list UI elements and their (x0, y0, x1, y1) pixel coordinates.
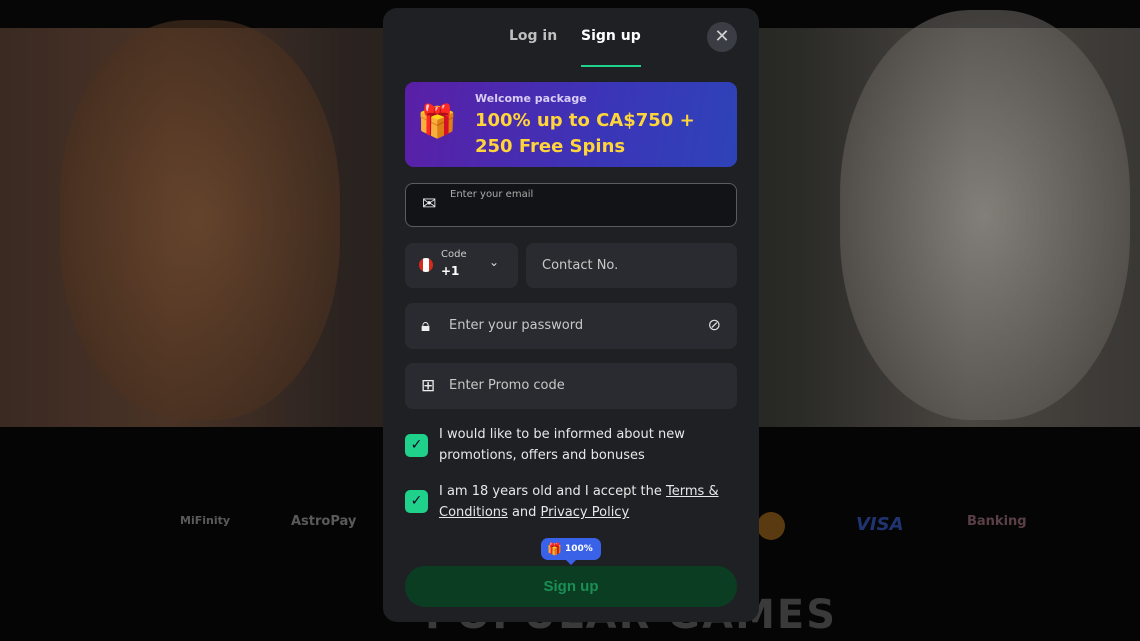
password-placeholder: Enter your password (449, 318, 584, 333)
promo-placeholder: Enter Promo code (449, 378, 565, 393)
warrior-artwork (60, 20, 340, 420)
payment-visa: VISA (856, 514, 904, 535)
promotions-checkbox[interactable]: ✓ (405, 434, 428, 457)
email-field[interactable]: ✉ Enter your email (405, 183, 737, 227)
gift-icon: 🎁 (547, 542, 562, 556)
password-input[interactable]: 🔒︎ Enter your password ⊘ (405, 303, 737, 349)
age-terms-text: I am 18 years old and I accept the Terms… (439, 481, 739, 523)
mail-icon: ✉ (422, 194, 437, 214)
gift-icon: ⊞ (421, 376, 436, 396)
signup-submit-button[interactable]: Sign up (405, 566, 737, 607)
chevron-down-icon: ⌄ (489, 255, 500, 269)
email-label: Enter your email (450, 189, 534, 200)
payment-astropay: AstroPay (291, 514, 357, 529)
signup-modal: Log in Sign up ✕ 🎁 Welcome package 100% … (383, 8, 759, 622)
gift-icon: 🎁 (417, 102, 457, 140)
check-icon: ✓ (410, 493, 423, 509)
auth-tabs: Log in Sign up (383, 28, 759, 74)
bitcoin-icon (757, 512, 785, 540)
zeus-artwork (840, 10, 1130, 420)
promotions-consent-text: I would like to be informed about new pr… (439, 427, 685, 463)
bonus-badge-text: 100% (565, 544, 593, 554)
code-label: Code (441, 249, 467, 260)
close-button[interactable]: ✕ (707, 22, 737, 52)
payment-banking: Banking (967, 514, 1027, 529)
tab-login[interactable]: Log in (509, 28, 557, 44)
promo-code-input[interactable]: ⊞ Enter Promo code (405, 363, 737, 409)
phone-input[interactable]: Contact No. (526, 243, 737, 288)
welcome-banner: 🎁 Welcome package 100% up to CA$750 + 25… (405, 82, 737, 167)
canada-flag-icon (419, 258, 433, 272)
code-value: +1 (441, 264, 460, 278)
phone-placeholder: Contact No. (542, 258, 619, 273)
country-code-select[interactable]: Code +1 ⌄ (405, 243, 518, 288)
privacy-link[interactable]: Privacy Policy (541, 505, 630, 520)
tab-signup[interactable]: Sign up (581, 28, 641, 67)
check-icon: ✓ (410, 437, 423, 453)
age-terms-checkbox[interactable]: ✓ (405, 490, 428, 513)
payment-mifinity: MiFinity (180, 514, 231, 527)
close-icon: ✕ (714, 26, 730, 47)
bonus-badge: 🎁 100% (541, 538, 601, 565)
banner-title: 100% up to CA$750 + 250 Free Spins (475, 110, 695, 157)
age-text: I am 18 years old and I accept the (439, 484, 667, 499)
eye-off-icon[interactable]: ⊘ (708, 315, 721, 334)
banner-subtitle: Welcome package (475, 92, 587, 105)
lock-icon: 🔒︎ (421, 316, 431, 336)
and-text: and (507, 505, 541, 520)
